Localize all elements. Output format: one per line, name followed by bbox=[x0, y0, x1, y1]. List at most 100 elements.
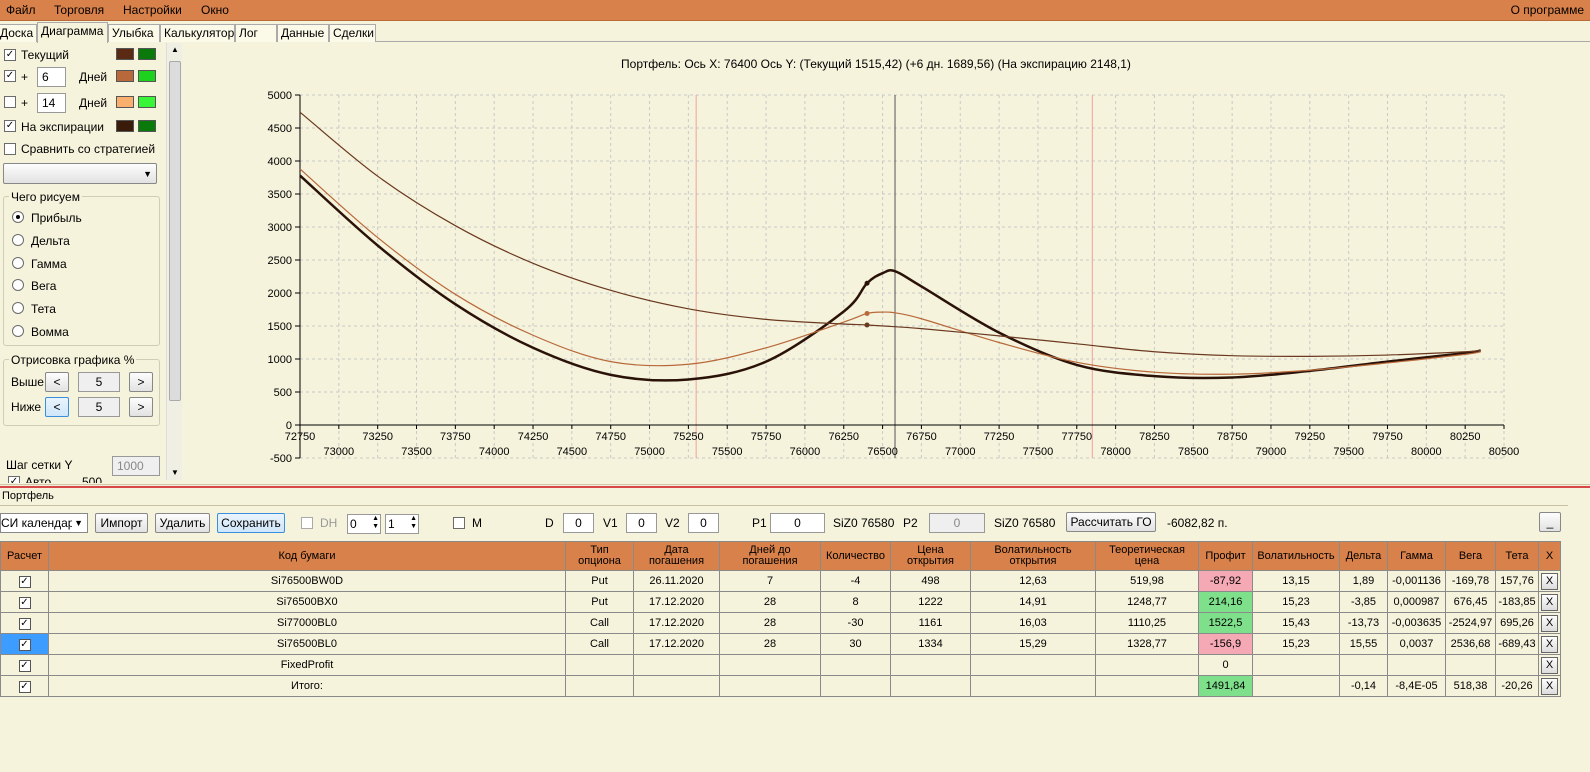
plus1-days-input[interactable]: 6 bbox=[37, 67, 66, 87]
tab-board[interactable]: Доска bbox=[0, 24, 37, 42]
below-value[interactable]: 5 bbox=[78, 397, 120, 417]
cell-code[interactable]: Si76500BL0 bbox=[48, 633, 566, 655]
cell-vol-open[interactable]: 15,29 bbox=[970, 633, 1096, 655]
plus1-color-a[interactable] bbox=[116, 70, 134, 82]
col-header-date[interactable]: Дата погашения bbox=[633, 541, 720, 571]
row-calc-checkbox[interactable]: ✓ bbox=[18, 617, 31, 630]
row-calc-checkbox[interactable]: ✓ bbox=[18, 575, 31, 588]
cell-qty[interactable] bbox=[820, 654, 891, 676]
cell-profit[interactable]: 1491,84 bbox=[1198, 675, 1253, 697]
cell-delta[interactable]: 15,55 bbox=[1339, 633, 1388, 655]
table-row[interactable]: ✓ Si76500BW0D Put 26.11.2020 7 -4 498 12,63 519,… bbox=[0, 570, 1561, 592]
row-calc-cell[interactable]: ✓ bbox=[0, 633, 49, 655]
cell-vega[interactable]: -169,78 bbox=[1445, 570, 1496, 592]
cell-vol-open[interactable]: 16,03 bbox=[970, 612, 1096, 634]
cell-price[interactable]: 498 bbox=[890, 570, 971, 592]
cell-vega[interactable]: 518,38 bbox=[1445, 675, 1496, 697]
col-header-code[interactable]: Код бумаги bbox=[48, 541, 566, 571]
cell-vol-open[interactable] bbox=[970, 675, 1096, 697]
cell-profit[interactable]: 214,16 bbox=[1198, 591, 1253, 613]
tab-log[interactable]: Лог bbox=[235, 24, 277, 42]
radio-vega[interactable] bbox=[12, 279, 24, 291]
auto-checkbox[interactable]: ✓ bbox=[8, 476, 20, 483]
cell-code[interactable]: Si76500BW0D bbox=[48, 570, 566, 592]
plus1-checkbox[interactable]: ✓ bbox=[4, 70, 16, 82]
cell-qty[interactable]: 8 bbox=[820, 591, 891, 613]
cell-vol-open[interactable]: 12,63 bbox=[970, 570, 1096, 592]
cell-vol[interactable] bbox=[1252, 675, 1340, 697]
col-header-price[interactable]: Цена открытия bbox=[890, 541, 971, 571]
delete-button[interactable]: Удалить bbox=[155, 513, 210, 533]
current-color-a[interactable] bbox=[116, 48, 134, 60]
plus2-color-a[interactable] bbox=[116, 96, 134, 108]
cell-code[interactable]: Si77000BL0 bbox=[48, 612, 566, 634]
row-calc-cell[interactable]: ✓ bbox=[0, 654, 49, 676]
menu-settings[interactable]: Настройки bbox=[123, 3, 182, 17]
expiry-checkbox[interactable]: ✓ bbox=[4, 120, 16, 132]
cell-qty[interactable]: 30 bbox=[820, 633, 891, 655]
cell-type[interactable]: Call bbox=[565, 612, 634, 634]
current-checkbox[interactable]: ✓ bbox=[4, 49, 16, 61]
cell-vol[interactable]: 15,23 bbox=[1252, 633, 1340, 655]
left-panel-scrollbar[interactable]: ▲ ▼ bbox=[166, 43, 182, 480]
menu-about[interactable]: О программе bbox=[1511, 3, 1584, 17]
stepper2-input[interactable]: 1 ▲ ▼ bbox=[385, 514, 419, 534]
cell-price[interactable] bbox=[890, 654, 971, 676]
tab-data[interactable]: Данные bbox=[277, 24, 329, 42]
cell-theo[interactable]: 1328,77 bbox=[1095, 633, 1199, 655]
minimize-button[interactable]: _ bbox=[1539, 512, 1561, 532]
plus2-color-b[interactable] bbox=[138, 96, 156, 108]
cell-gamma[interactable]: 0,000987 bbox=[1387, 591, 1446, 613]
cell-profit[interactable]: -87,92 bbox=[1198, 570, 1253, 592]
row-calc-checkbox[interactable]: ✓ bbox=[18, 596, 31, 609]
tab-calculator[interactable]: Калькулятор bbox=[160, 24, 235, 42]
cell-theta[interactable]: 695,26 bbox=[1495, 612, 1539, 634]
row-calc-cell[interactable]: ✓ bbox=[0, 675, 49, 697]
col-header-vol[interactable]: Волатильность bbox=[1252, 541, 1340, 571]
plus2-checkbox[interactable] bbox=[4, 96, 16, 108]
cell-gamma[interactable]: -0,003635 bbox=[1387, 612, 1446, 634]
remove-row-button[interactable]: X bbox=[1541, 614, 1558, 632]
cell-days[interactable]: 28 bbox=[719, 612, 821, 634]
row-calc-cell[interactable]: ✓ bbox=[0, 591, 49, 613]
cell-profit[interactable]: -156,9 bbox=[1198, 633, 1253, 655]
cell-days[interactable] bbox=[719, 675, 821, 697]
cell-theta[interactable] bbox=[1495, 654, 1539, 676]
table-row[interactable]: ✓ Si77000BL0 Call 17.12.2020 28 -30 1161 16,03 1… bbox=[0, 612, 1561, 634]
save-button[interactable]: Сохранить bbox=[217, 513, 285, 533]
cell-qty[interactable]: -30 bbox=[820, 612, 891, 634]
v2-input[interactable]: 0 bbox=[688, 513, 719, 533]
cell-days[interactable]: 7 bbox=[719, 570, 821, 592]
radio-profit[interactable] bbox=[12, 211, 24, 223]
menu-file[interactable]: Файл bbox=[6, 3, 36, 17]
row-calc-checkbox[interactable]: ✓ bbox=[18, 638, 31, 651]
v1-input[interactable]: 0 bbox=[626, 513, 657, 533]
plus1-color-b[interactable] bbox=[138, 70, 156, 82]
table-row[interactable]: ✓ FixedProfit 0 X bbox=[0, 654, 1561, 676]
col-header-delta[interactable]: Дельта bbox=[1339, 541, 1388, 571]
table-row[interactable]: ✓ Si76500BX0 Put 17.12.2020 28 8 1222 14,91 1248… bbox=[0, 591, 1561, 613]
expiry-color-b[interactable] bbox=[138, 120, 156, 132]
cell-vega[interactable]: 676,45 bbox=[1445, 591, 1496, 613]
remove-row-button[interactable]: X bbox=[1541, 572, 1558, 590]
import-button[interactable]: Импорт bbox=[95, 513, 148, 533]
row-calc-checkbox[interactable]: ✓ bbox=[18, 659, 31, 672]
menu-trading[interactable]: Торговля bbox=[54, 3, 104, 17]
cell-delta[interactable]: -13,73 bbox=[1339, 612, 1388, 634]
plus2-days-input[interactable]: 14 bbox=[37, 93, 66, 113]
cell-days[interactable] bbox=[719, 654, 821, 676]
cell-theo[interactable]: 519,98 bbox=[1095, 570, 1199, 592]
cell-theta[interactable]: -20,26 bbox=[1495, 675, 1539, 697]
stepper2-arrows-icon[interactable]: ▲ ▼ bbox=[410, 515, 417, 531]
dh-checkbox[interactable] bbox=[301, 517, 313, 529]
remove-row-button[interactable]: X bbox=[1541, 635, 1558, 653]
col-header-gamma[interactable]: Гамма bbox=[1387, 541, 1446, 571]
col-header-profit[interactable]: Профит bbox=[1198, 541, 1253, 571]
cell-delta[interactable]: -0,14 bbox=[1339, 675, 1388, 697]
cell-price[interactable]: 1161 bbox=[890, 612, 971, 634]
cell-qty[interactable]: -4 bbox=[820, 570, 891, 592]
cell-code[interactable]: FixedProfit bbox=[48, 654, 566, 676]
cell-date[interactable] bbox=[633, 675, 720, 697]
row-calc-cell[interactable]: ✓ bbox=[0, 570, 49, 592]
cell-price[interactable] bbox=[890, 675, 971, 697]
